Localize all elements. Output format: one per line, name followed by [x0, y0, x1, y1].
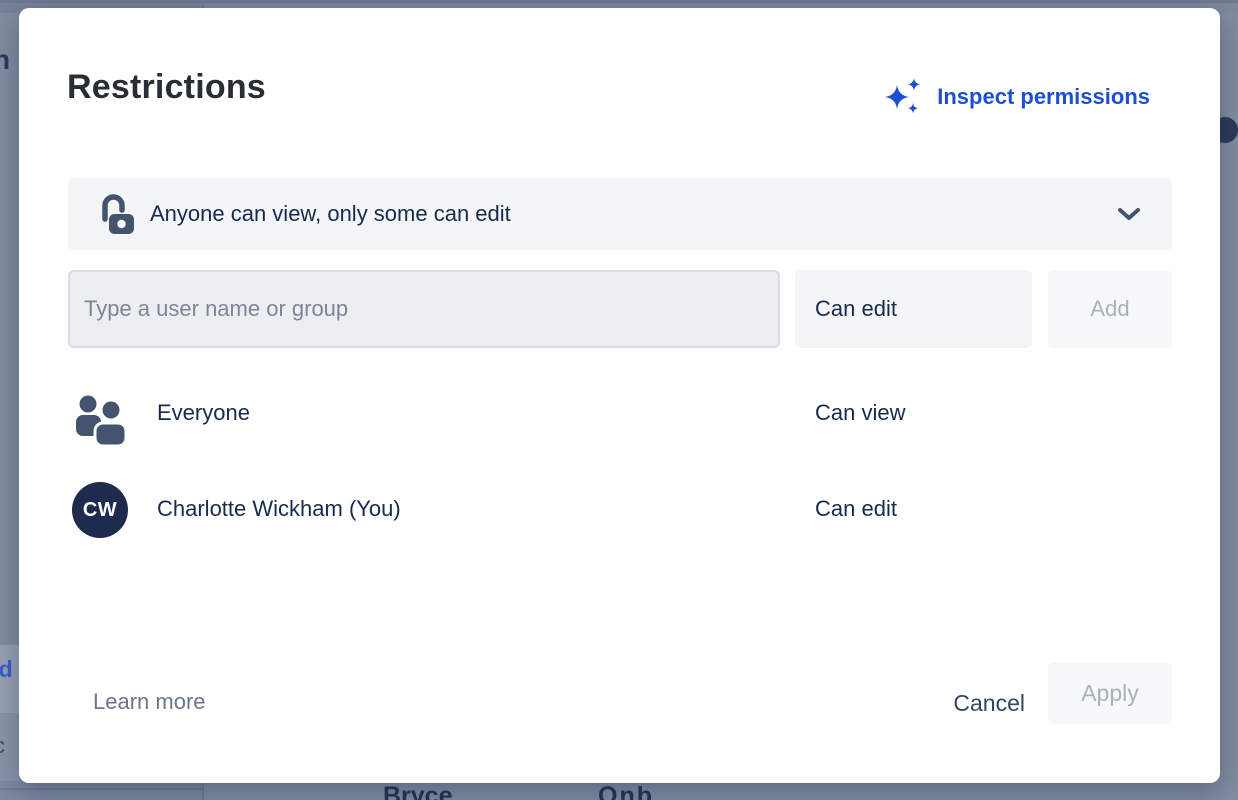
entry-permission: Can edit	[815, 496, 897, 522]
permission-select-button[interactable]: Can edit	[795, 270, 1032, 348]
group-people-icon	[74, 394, 128, 451]
add-button[interactable]: Add	[1048, 270, 1172, 348]
apply-button[interactable]: Apply	[1048, 662, 1172, 724]
cancel-button[interactable]: Cancel	[905, 680, 1025, 726]
chevron-down-icon	[1116, 205, 1142, 223]
background-text-fragment: n	[0, 44, 10, 76]
background-sidebar-bottom	[0, 781, 204, 800]
inspect-permissions-link[interactable]: Inspect permissions	[884, 76, 1150, 118]
background-divider-line	[0, 788, 204, 790]
access-level-selected-option: Anyone can view, only some can edit	[150, 201, 511, 227]
learn-more-link[interactable]: Learn more	[93, 689, 206, 715]
unlock-icon	[100, 192, 136, 236]
entry-permission: Can view	[815, 400, 905, 426]
restrictions-dialog: Restrictions Inspect permissions Anyone …	[19, 8, 1220, 783]
avatar: CW	[72, 482, 128, 538]
background-text-fragment: c	[0, 733, 5, 759]
inspect-permissions-label: Inspect permissions	[937, 84, 1150, 110]
background-title-fragment: Onb	[598, 782, 654, 800]
background-title-fragment: Bryce	[383, 782, 453, 800]
entry-name: Charlotte Wickham (You)	[157, 496, 401, 522]
access-level-dropdown[interactable]: Anyone can view, only some can edit	[68, 178, 1172, 250]
entry-name: Everyone	[157, 400, 250, 426]
background-link-fragment: fd	[0, 656, 13, 683]
user-search-input[interactable]	[68, 270, 780, 348]
ai-sparkle-icon	[884, 76, 924, 118]
dialog-title: Restrictions	[67, 68, 266, 107]
